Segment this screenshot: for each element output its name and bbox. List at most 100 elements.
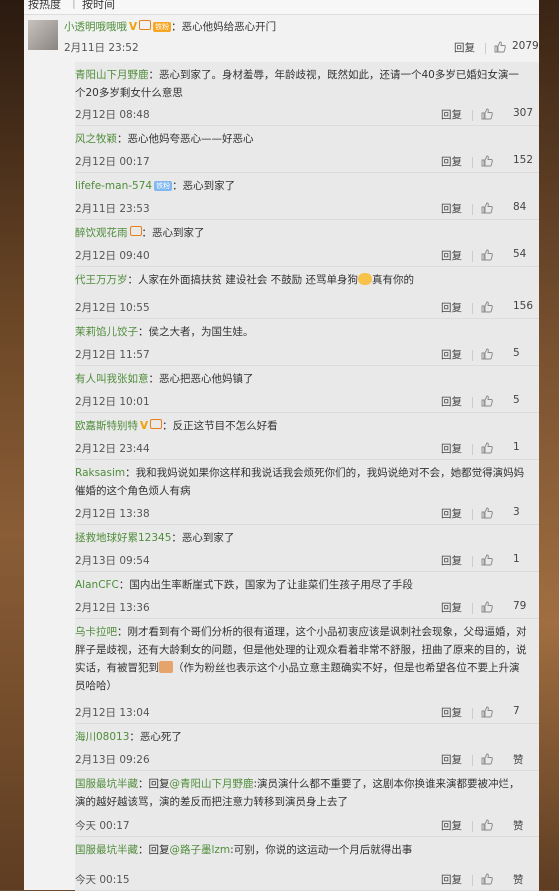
thumbs-up-icon[interactable]	[494, 41, 506, 53]
comment-time: 2月11日 23:52	[64, 42, 139, 54]
like-count: 156	[513, 300, 534, 312]
like-count: 152	[513, 154, 534, 166]
comment-username[interactable]: 海川08013	[75, 731, 129, 743]
comment-time: 2月12日 10:55	[75, 302, 150, 314]
comment-text: 国服最坑半藏：回复@青阳山下月野鹿:演员演什么都不重要了，这剧本你换谁来演都要被…	[75, 775, 527, 811]
reply-button[interactable]: 回复	[441, 705, 462, 720]
reply-button[interactable]: 回复	[441, 201, 462, 216]
divider	[472, 875, 473, 886]
thumbs-up-icon[interactable]	[481, 819, 493, 831]
comment-body: ：我和我妈说如果你这样和我说话我会烦死你们的，我妈说绝对不会，她都觉得演妈妈催婚…	[75, 467, 525, 497]
thumbs-up-icon[interactable]	[481, 442, 493, 454]
comment-text: 国服最坑半藏：回复@路子墨lzm:可别，你说的这运动一个月后就得出事	[75, 841, 527, 859]
comment-text: 有人叫我张如意：恶心把恶心他妈镇了	[75, 370, 527, 388]
like-count: 7	[513, 705, 520, 717]
reply-comment: 拯救地球好累12345：恶心到家了 2月13日 09:54 回复 1	[75, 525, 539, 572]
comment-body: ：恶心到家了	[171, 532, 235, 544]
reply-button[interactable]: 回复	[441, 872, 462, 887]
verified-icon: V	[140, 420, 149, 432]
thumbs-up-icon[interactable]	[481, 601, 493, 613]
thumbs-up-icon[interactable]	[481, 301, 493, 313]
reply-button[interactable]: 回复	[441, 347, 462, 362]
background-left-edge	[0, 0, 24, 890]
comment-text: Raksasim：我和我妈说如果你这样和我说话我会烦死你们的，我妈说绝对不会，她…	[75, 464, 527, 500]
thumbs-up-icon[interactable]	[481, 753, 493, 765]
comment-username[interactable]: 国服最坑半藏	[75, 778, 138, 790]
divider	[472, 157, 473, 168]
thumbs-up-icon[interactable]	[481, 249, 493, 261]
reply-button[interactable]: 回复	[441, 300, 462, 315]
comment-username[interactable]: Raksasim	[75, 467, 125, 479]
comment-username[interactable]: 醉饮观花雨	[75, 227, 128, 239]
thumbs-up-icon[interactable]	[481, 873, 493, 885]
like-count: 54	[513, 248, 527, 260]
divider	[472, 708, 473, 719]
comment-text: 青阳山下月野鹿：恶心到家了。身材羞辱，年龄歧视，既然如此，还请一个40多岁已婚妇…	[75, 66, 527, 102]
reply-comment: 欧嘉斯特别特 V ：反正这节目不怎么好看 2月12日 23:44 回复 1	[75, 413, 539, 460]
thumbs-up-icon[interactable]	[481, 395, 493, 407]
comment-username[interactable]: 青阳山下月野鹿	[75, 69, 149, 81]
reply-button[interactable]: 回复	[441, 394, 462, 409]
comment-username[interactable]: 国服最坑半藏	[75, 844, 138, 856]
comment-username[interactable]: 拯救地球好累12345	[75, 532, 171, 544]
divider	[472, 397, 473, 408]
crown-icon	[150, 419, 163, 429]
comment-username[interactable]: 代王万万岁	[75, 274, 128, 286]
comment-username[interactable]: lifefe-man-574	[75, 180, 152, 192]
reply-button[interactable]: 回复	[441, 248, 462, 263]
comment-panel: 按热度 | 按时间 小透明哦哦哦 V 铁粉 ：恶心他妈给恶心开门 2月11日 23:5…	[24, 0, 539, 891]
comment-time: 2月12日 13:38	[75, 508, 150, 520]
comment-body: ：恶心他妈给恶心开门	[171, 21, 277, 33]
comment-body: ：人家在外面搞扶贫 建设社会 不鼓励 还骂单身狗	[127, 274, 359, 286]
comment-username[interactable]: AlanCFC	[75, 579, 119, 591]
reply-button[interactable]: 回复	[441, 600, 462, 615]
crying-emoji-icon	[358, 273, 373, 285]
sort-by-hot-tab[interactable]: 按热度	[28, 0, 61, 12]
thumbs-up-icon[interactable]	[481, 507, 493, 519]
comment-time: 2月11日 23:53	[75, 203, 150, 215]
comment-body: ：恶心他妈夸恶心——好恶心	[117, 133, 254, 145]
thumbs-up-icon[interactable]	[481, 348, 493, 360]
divider	[472, 444, 473, 455]
comment-username[interactable]: 有人叫我张如意	[75, 373, 149, 385]
thumbs-up-icon[interactable]	[481, 108, 493, 120]
thumbs-up-icon[interactable]	[481, 155, 493, 167]
comment-time: 2月13日 09:26	[75, 754, 150, 766]
reply-button[interactable]: 回复	[441, 818, 462, 833]
mention-link[interactable]: @路子墨lzm	[170, 844, 231, 856]
divider	[472, 603, 473, 614]
mention-link[interactable]: @青阳山下月野鹿	[170, 778, 254, 790]
comment-body: ：侯之大者，为国生娃。	[138, 326, 254, 338]
divider	[472, 251, 473, 262]
comment-text: 海川08013：恶心死了	[75, 728, 527, 746]
reply-button[interactable]: 回复	[441, 506, 462, 521]
like-count: 3	[513, 506, 520, 518]
reply-comment: lifefe-man-574 铁粉 ：恶心到家了 2月11日 23:53 回复 84	[75, 173, 539, 220]
thumbs-up-icon[interactable]	[481, 202, 493, 214]
reply-comment: 乌卡拉吧：刚才看到有个哥们分析的很有道理，这个小品初衷应该是讽刺社会现象，父母逼…	[75, 619, 539, 724]
comment-time: 今天 00:17	[75, 820, 130, 832]
comment-username[interactable]: 欧嘉斯特别特	[75, 420, 138, 432]
sort-by-time-tab[interactable]: 按时间	[82, 0, 115, 12]
sort-divider: |	[72, 0, 76, 9]
thumbs-up-icon[interactable]	[481, 554, 493, 566]
reply-button[interactable]: 回复	[441, 752, 462, 767]
reply-button[interactable]: 回复	[441, 441, 462, 456]
comment-username[interactable]: 茉莉馅儿饺子	[75, 326, 138, 338]
reply-button[interactable]: 回复	[441, 553, 462, 568]
like-count: 1	[513, 553, 520, 565]
comment-time: 2月13日 09:54	[75, 555, 150, 567]
comment-text: 醉饮观花雨 ：恶心到家了	[75, 224, 527, 242]
comment-username[interactable]: 风之牧颖	[75, 133, 117, 145]
comment-username[interactable]: 小透明哦哦哦	[64, 21, 127, 33]
reply-button[interactable]: 回复	[441, 154, 462, 169]
thumbs-up-icon[interactable]	[481, 706, 493, 718]
comment-text: lifefe-man-574 铁粉 ：恶心到家了	[75, 177, 527, 195]
comment-username[interactable]: 乌卡拉吧	[75, 626, 117, 638]
reply-button[interactable]: 回复	[441, 107, 462, 122]
comment-body: ：恶心到家了	[172, 180, 236, 192]
comment-body: ：回复	[138, 844, 170, 856]
avatar[interactable]	[28, 20, 58, 50]
comment-time: 2月12日 10:01	[75, 396, 150, 408]
reply-button[interactable]: 回复	[454, 40, 475, 55]
